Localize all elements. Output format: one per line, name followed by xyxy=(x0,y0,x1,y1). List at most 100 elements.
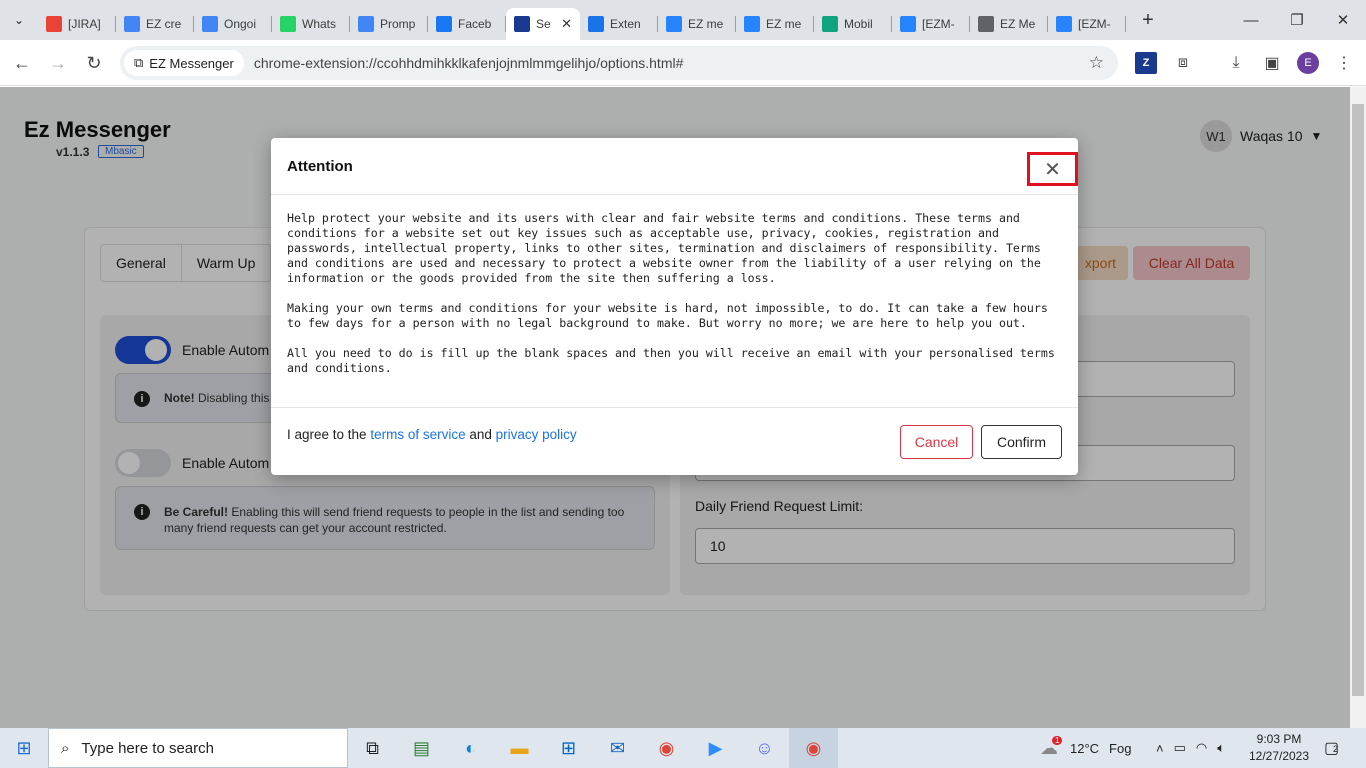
battery-icon[interactable]: ▭ xyxy=(1174,740,1186,756)
zoom-icon[interactable]: ▶ xyxy=(691,728,740,768)
jira-icon xyxy=(1056,16,1072,32)
modal-title: Attention xyxy=(287,158,353,175)
agree-and: and xyxy=(465,427,496,442)
globe-icon xyxy=(978,16,994,32)
chrome-icon[interactable]: ◉ xyxy=(642,728,691,768)
new-tab-button[interactable]: + xyxy=(1130,9,1166,32)
modal-body: Help protect your website and its users … xyxy=(287,211,1065,391)
task-view-icon[interactable]: ⧉ xyxy=(348,728,397,768)
restore-icon: ❐ xyxy=(1290,12,1304,29)
modal-header: Attention ✕ xyxy=(271,138,1078,195)
chrome-profile-icon[interactable]: ◉ xyxy=(789,728,838,768)
cancel-button[interactable]: Cancel xyxy=(900,425,973,459)
minimize-button[interactable]: — xyxy=(1228,0,1274,40)
file-explorer-icon[interactable]: ▬ xyxy=(495,728,544,768)
minimize-icon: — xyxy=(1243,11,1259,29)
extension-icon: ⧉ xyxy=(134,55,144,70)
taskbar-clock[interactable]: 9:03 PM 12/27/2023 xyxy=(1248,731,1310,765)
volume-icon[interactable]: 🔈︎ xyxy=(1217,740,1225,756)
ez-extension-icon[interactable]: Z xyxy=(1135,52,1157,74)
browser-tab[interactable]: [EZM- xyxy=(1048,8,1126,40)
extensions-puzzle-icon[interactable]: ⧈ xyxy=(1172,52,1194,74)
jira-icon xyxy=(744,16,760,32)
arrow-right-icon: → xyxy=(49,52,67,73)
taskbar-search[interactable]: ⌕ Type here to search xyxy=(48,728,348,768)
back-button[interactable]: ← xyxy=(4,45,40,81)
privacy-link[interactable]: privacy policy xyxy=(496,427,577,442)
browser-tab[interactable]: Mobil xyxy=(814,8,892,40)
tab-title: [EZM- xyxy=(922,17,955,31)
terms-link[interactable]: terms of service xyxy=(370,427,465,442)
docs-icon xyxy=(124,16,140,32)
clock-time: 9:03 PM xyxy=(1256,732,1302,746)
agree-text: I agree to the terms of service and priv… xyxy=(287,427,577,442)
browser-tab[interactable]: [JIRA] xyxy=(38,8,116,40)
modal-footer: I agree to the terms of service and priv… xyxy=(271,407,1078,475)
menu-kebab-icon[interactable]: ⋮ xyxy=(1333,52,1355,74)
address-bar[interactable]: ⧉ EZ Messenger chrome-extension://ccohhd… xyxy=(120,46,1118,80)
site-chip[interactable]: ⧉ EZ Messenger xyxy=(124,50,244,76)
chevron-up-icon[interactable]: ˄ xyxy=(1156,741,1164,756)
search-placeholder: Type here to search xyxy=(81,739,214,757)
tab-title: Whats xyxy=(302,17,337,31)
notification-count: 2 xyxy=(1333,744,1339,754)
bookmark-star-icon[interactable]: ☆ xyxy=(1089,53,1104,73)
tab-search-button[interactable]: ⌄ xyxy=(0,0,38,40)
close-tab-icon[interactable]: ✕ xyxy=(561,16,572,32)
browser-tab[interactable]: EZ me xyxy=(736,8,814,40)
tab-title: Se xyxy=(536,17,551,31)
facebook-icon xyxy=(436,16,452,32)
browser-tab[interactable]: Faceb xyxy=(428,8,506,40)
weather-temp: 12°C xyxy=(1070,740,1100,756)
browser-tab[interactable]: Exten xyxy=(580,8,658,40)
reload-icon: ↻ xyxy=(86,52,102,73)
mail-icon[interactable]: ✉ xyxy=(593,728,642,768)
browser-tab[interactable]: Promp xyxy=(350,8,428,40)
store-icon[interactable]: ⊞ xyxy=(544,728,593,768)
forward-button[interactable]: → xyxy=(40,45,76,81)
tab-title: Promp xyxy=(380,17,416,31)
notification-center[interactable]: ▢ 2 xyxy=(1324,728,1339,768)
download-icon[interactable]: ⤓ xyxy=(1225,52,1247,74)
close-icon: ✕ xyxy=(1336,12,1350,29)
close-window-button[interactable]: ✕ xyxy=(1320,0,1366,40)
tab-title: Exten xyxy=(610,17,641,31)
gmail-icon xyxy=(46,16,62,32)
modal-paragraph: Making your own terms and conditions for… xyxy=(287,301,1048,330)
start-button[interactable]: ⊞ xyxy=(0,728,48,768)
browser-tab[interactable]: Ongoi xyxy=(194,8,272,40)
jira-icon xyxy=(666,16,682,32)
tab-title: Ongoi xyxy=(224,17,257,31)
reload-button[interactable]: ↻ xyxy=(76,45,112,81)
arrow-left-icon: ← xyxy=(13,52,31,73)
whatsapp-icon xyxy=(280,16,296,32)
edge-icon[interactable]: ◐ xyxy=(446,728,495,768)
docs-icon xyxy=(202,16,218,32)
tab-strip: ⌄ [JIRA] EZ cre Ongoi Whats Promp Faceb Se ✕ Ext… xyxy=(0,0,1366,40)
puzzle-icon xyxy=(588,16,604,32)
site-chip-label: EZ Messenger xyxy=(149,55,234,71)
browser-tab[interactable]: [EZM- xyxy=(892,8,970,40)
browser-tab[interactable]: Whats xyxy=(272,8,350,40)
widgets-app-icon[interactable]: ▤ xyxy=(397,728,446,768)
browser-tab[interactable]: EZ cre xyxy=(116,8,194,40)
docs-icon xyxy=(358,16,374,32)
browser-tab[interactable]: EZ Me xyxy=(970,8,1048,40)
restore-button[interactable]: ❐ xyxy=(1274,0,1320,40)
tab-title: EZ Me xyxy=(1000,17,1036,31)
browser-tab[interactable]: Se ✕ xyxy=(506,8,580,40)
modal-close-button[interactable]: ✕ xyxy=(1027,152,1078,186)
confirm-button[interactable]: Confirm xyxy=(981,425,1062,459)
plus-icon: + xyxy=(1142,8,1154,31)
discord-icon[interactable]: ☺ xyxy=(740,728,789,768)
wifi-icon[interactable]: ◠ xyxy=(1196,740,1207,756)
url-text[interactable]: chrome-extension://ccohhdmihkklkafenjojn… xyxy=(254,55,684,71)
jira-icon xyxy=(900,16,916,32)
weather-widget[interactable]: ☁ 1 12°C Fog xyxy=(1040,728,1131,768)
profile-avatar[interactable]: E xyxy=(1297,52,1319,74)
weather-badge: 1 xyxy=(1052,735,1063,745)
browser-tab[interactable]: EZ me xyxy=(658,8,736,40)
clock-date: 12/27/2023 xyxy=(1248,749,1310,763)
side-panel-icon[interactable]: ▣ xyxy=(1261,52,1283,74)
scrollbar-thumb[interactable] xyxy=(1352,104,1364,696)
